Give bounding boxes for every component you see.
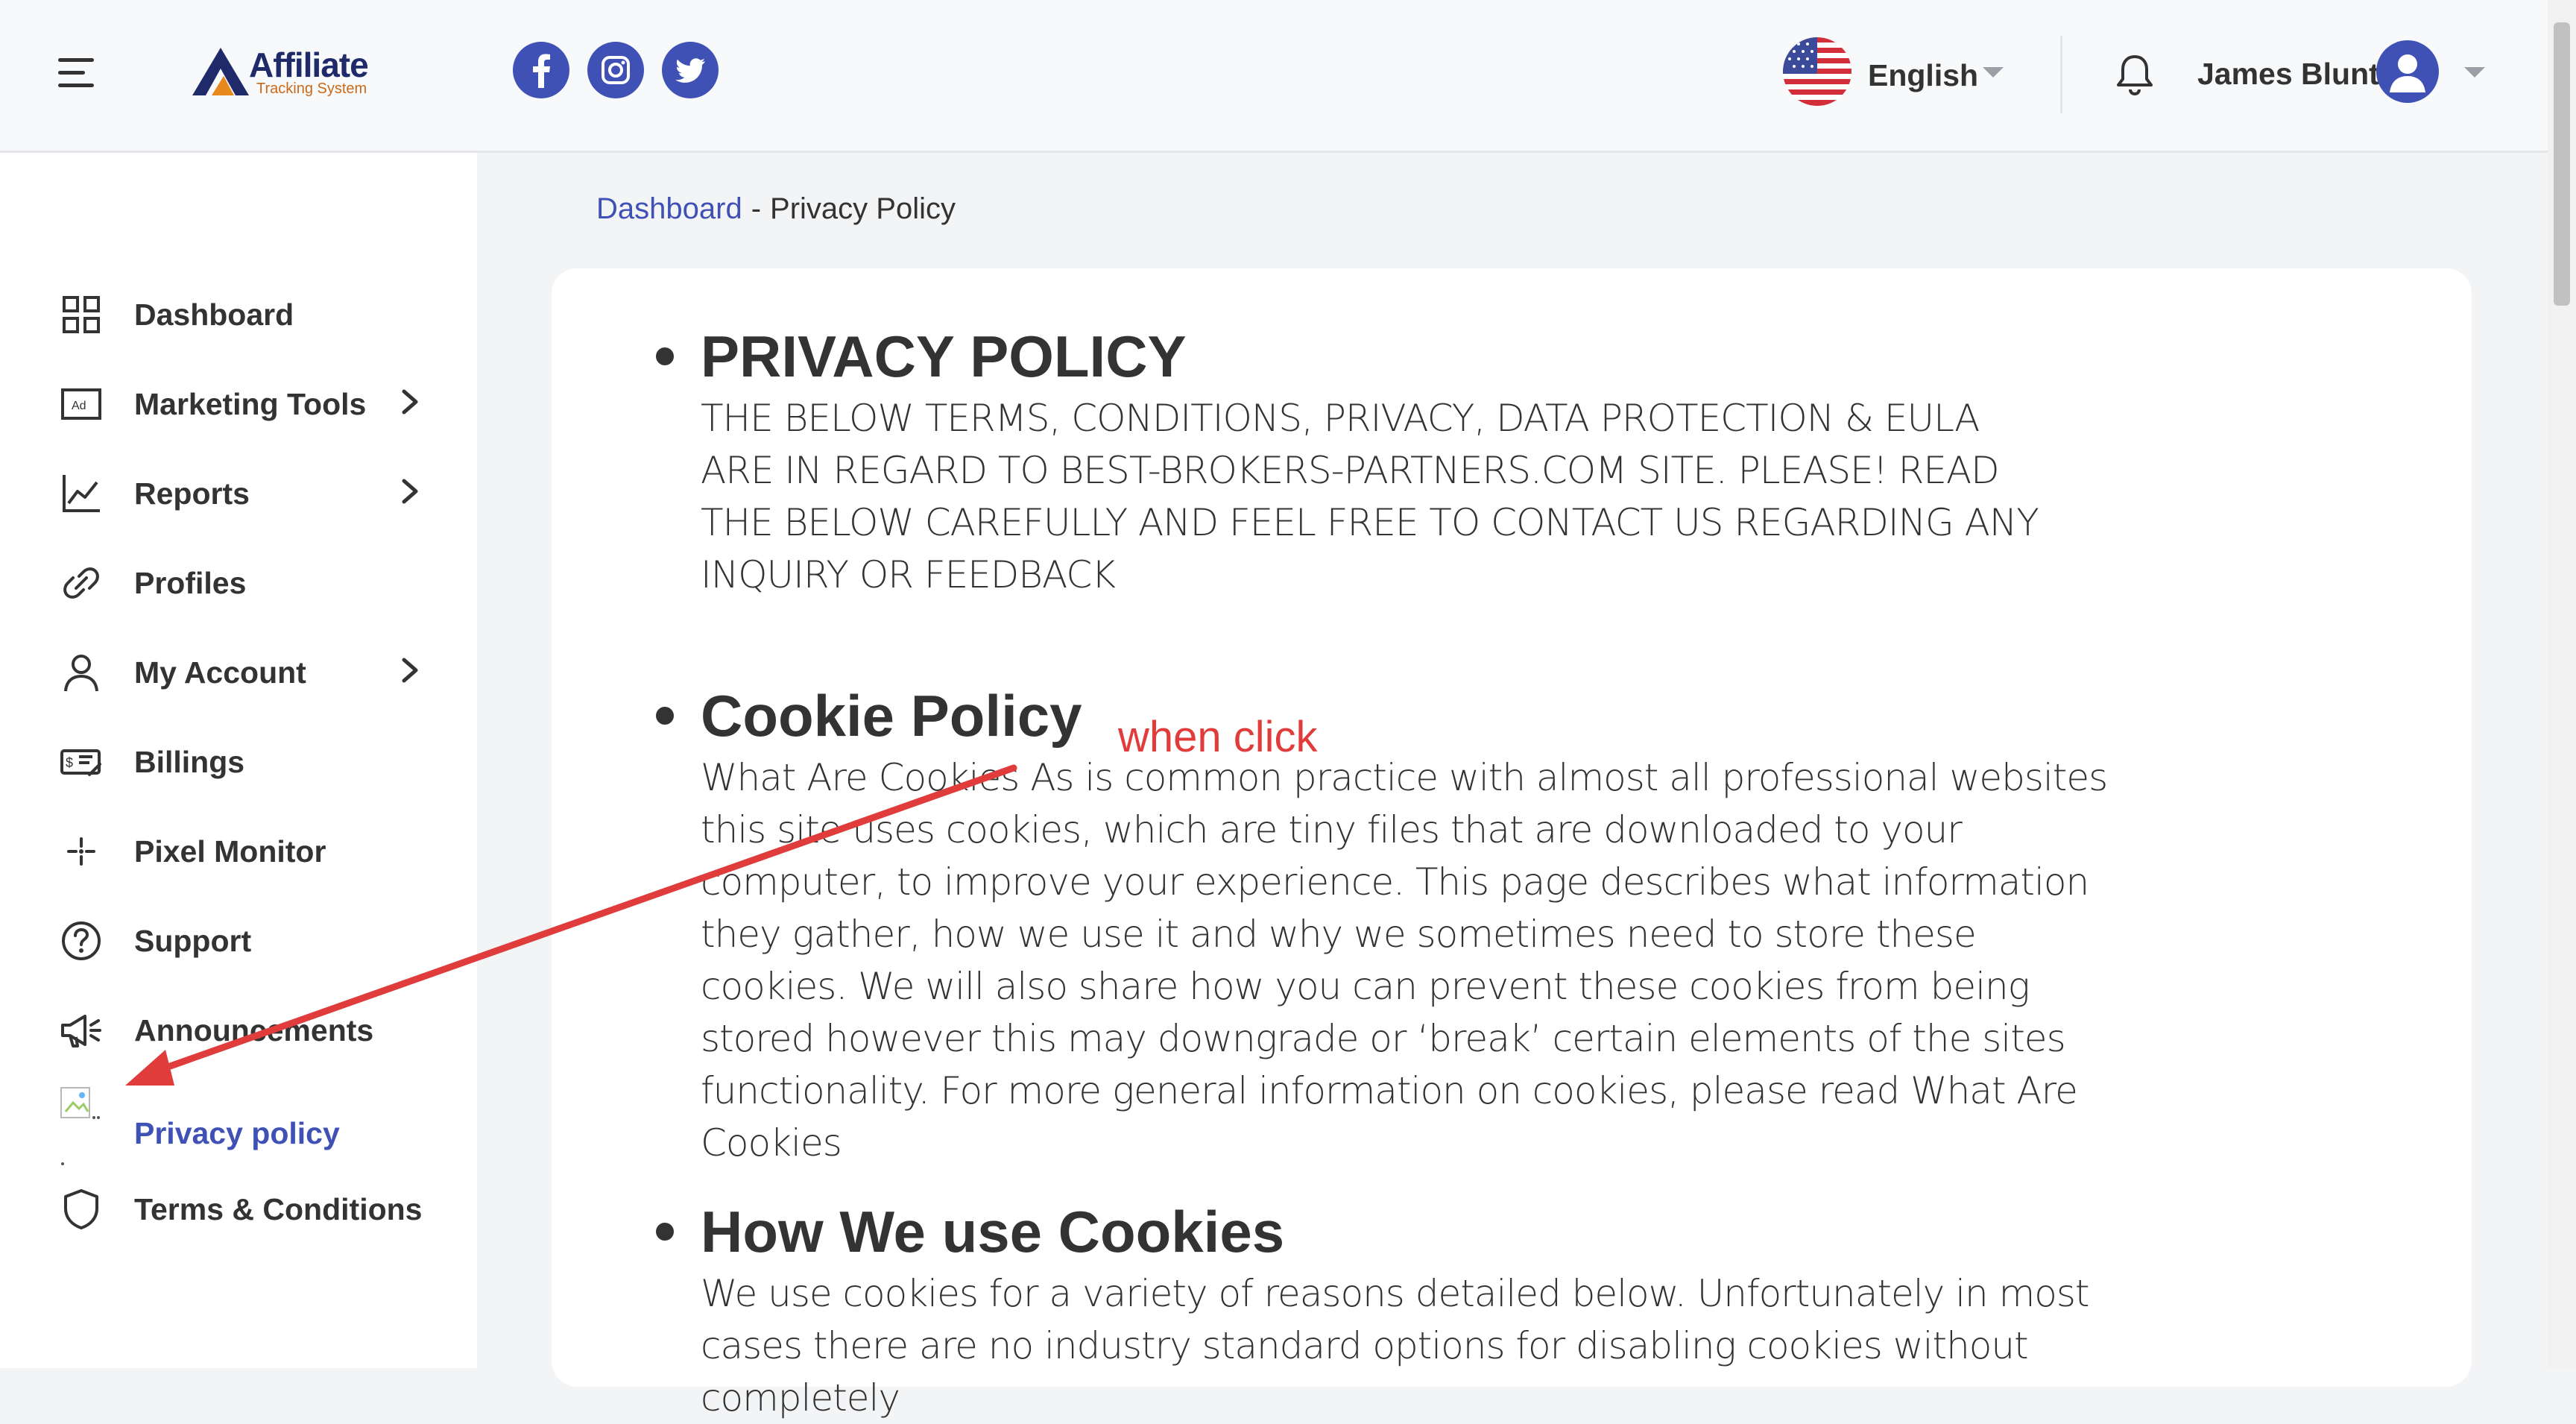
sidebar-item-label: Announcements — [134, 1013, 374, 1047]
bullet — [656, 1223, 674, 1241]
billing-icon: $ — [60, 749, 101, 776]
sidebar-item-pixel-monitor[interactable]: Pixel Monitor — [0, 815, 477, 882]
us-flag-icon — [1783, 37, 1852, 106]
sidebar-item-terms-conditions[interactable]: Terms & Conditions — [0, 1173, 477, 1240]
sidebar-item-label: Profiles — [134, 566, 247, 600]
sidebar-item-label: Support — [134, 924, 252, 958]
logo-subtitle: Tracking System — [256, 81, 367, 97]
sidebar-item-announcements[interactable]: Announcements — [0, 994, 477, 1061]
sidebar-item-billings[interactable]: $ Billings — [0, 725, 477, 793]
sidebar: Dashboard Ad Marketing Tools Reports Pro… — [0, 153, 477, 1368]
logo-mark-icon — [192, 48, 249, 95]
twitter-icon[interactable] — [662, 42, 719, 98]
section-title: Cookie Policy — [701, 683, 1082, 749]
hamburger-menu-icon[interactable] — [58, 58, 94, 88]
header-divider — [2060, 36, 2062, 113]
megaphone-icon — [61, 1015, 101, 1047]
chevron-right-icon — [402, 658, 418, 683]
section-body: We use cookies for a variety of reasons … — [701, 1272, 2090, 1420]
section-privacy-policy: PRIVACY POLICY THE BELOW TERMS, CONDITIO… — [656, 321, 2132, 601]
user-icon — [64, 655, 98, 692]
sidebar-item-dashboard[interactable]: Dashboard — [0, 278, 477, 345]
sidebar-item-profiles[interactable]: Profiles — [0, 546, 477, 614]
chevron-right-icon — [402, 479, 418, 504]
page-scrollbar[interactable] — [2548, 0, 2576, 1368]
language-selector[interactable]: English — [1783, 37, 2007, 112]
sidebar-item-label: Dashboard — [134, 297, 294, 332]
user-name[interactable]: James Blunt — [2197, 57, 2379, 92]
avatar[interactable] — [2376, 40, 2439, 103]
link-icon — [63, 567, 99, 599]
svg-text:Ad: Ad — [72, 400, 86, 412]
section-title: How We use Cookies — [701, 1199, 1285, 1264]
sidebar-item-label: Pixel Monitor — [134, 834, 326, 869]
instagram-icon[interactable] — [587, 42, 644, 98]
sidebar-item-marketing-tools[interactable]: Ad Marketing Tools — [0, 368, 477, 435]
logo-word: Affiliate — [249, 45, 369, 84]
section-body: What Are Cookies As is common practice w… — [701, 756, 2108, 1165]
top-header: Affiliate Tracking System English James … — [0, 0, 2548, 153]
shield-icon — [64, 1189, 98, 1229]
help-circle-icon — [62, 921, 101, 960]
sidebar-item-label: Reports — [134, 476, 250, 511]
annotation-text: when click — [1118, 713, 1318, 761]
notification-bell-icon[interactable] — [2114, 52, 2156, 97]
breadcrumb-current: Privacy Policy — [770, 192, 956, 225]
sidebar-item-label: My Account — [134, 655, 306, 690]
language-label: English — [1868, 58, 1979, 92]
user-menu-chevron-icon[interactable] — [2464, 67, 2485, 78]
section-body: THE BELOW TERMS, CONDITIONS, PRIVACY, DA… — [701, 397, 2039, 596]
app-logo[interactable]: Affiliate Tracking System — [191, 43, 370, 100]
sidebar-item-support[interactable]: Support — [0, 904, 477, 971]
bullet — [656, 707, 674, 725]
facebook-icon[interactable] — [513, 42, 569, 98]
chevron-down-icon — [1983, 67, 2004, 78]
section-title: PRIVACY POLICY — [701, 324, 1187, 389]
scrollbar-thumb[interactable] — [2554, 22, 2570, 306]
sidebar-item-privacy-policy[interactable]: Privacy policy — [0, 1086, 477, 1168]
breadcrumb-separator: - — [751, 192, 762, 225]
broken-image-icon — [60, 1087, 100, 1165]
sidebar-item-reports[interactable]: Reports — [0, 457, 477, 524]
ad-icon: Ad — [61, 388, 101, 420]
chevron-right-icon — [402, 389, 418, 415]
section-cookie-policy: Cookie Policy What Are Cookies As is com… — [656, 680, 2132, 1169]
sidebar-item-label: Marketing Tools — [134, 387, 367, 421]
sidebar-item-label: Terms & Conditions — [134, 1192, 423, 1226]
sidebar-item-label: Privacy policy — [134, 1116, 340, 1150]
breadcrumb: Dashboard - Privacy Policy — [596, 192, 956, 226]
bullet — [656, 347, 674, 365]
grid-icon — [63, 296, 100, 333]
svg-text:$: $ — [66, 755, 73, 770]
section-how-we-use-cookies: How We use Cookies We use cookies for a … — [656, 1196, 2132, 1424]
breadcrumb-dashboard-link[interactable]: Dashboard — [596, 192, 742, 225]
pixel-icon — [67, 837, 95, 866]
sidebar-item-label: Billings — [134, 745, 245, 779]
chart-line-icon — [63, 475, 100, 512]
sidebar-item-my-account[interactable]: My Account — [0, 636, 477, 703]
